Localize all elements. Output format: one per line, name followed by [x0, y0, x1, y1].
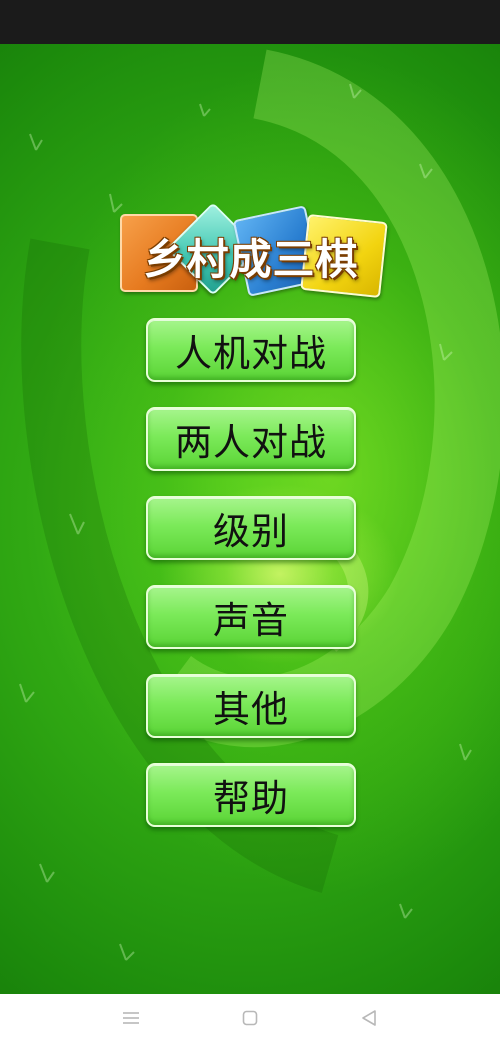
game-title: 乡村成三棋 — [143, 235, 359, 284]
other-button[interactable]: 其他 — [146, 674, 356, 738]
level-label: 级别 — [213, 510, 289, 553]
main-menu: 人机对战 两人对战 级别 声音 其他 帮助 — [146, 318, 356, 852]
status-bar — [0, 0, 500, 44]
two-player-label: 两人对战 — [175, 421, 327, 464]
other-label: 其他 — [213, 688, 289, 731]
game-main-menu: 乡村成三棋 人机对战 两人对战 级别 声音 其他 帮助 — [0, 44, 500, 994]
level-button[interactable]: 级别 — [146, 496, 356, 560]
home-button[interactable] — [235, 1004, 265, 1032]
recent-apps-button[interactable] — [116, 1004, 146, 1032]
help-label: 帮助 — [213, 777, 289, 820]
game-title-logo: 乡村成三棋 — [118, 202, 388, 314]
back-button[interactable] — [354, 1004, 384, 1032]
vs-computer-button[interactable]: 人机对战 — [146, 318, 356, 382]
two-player-button[interactable]: 两人对战 — [146, 407, 356, 471]
sound-label: 声音 — [213, 599, 289, 642]
home-icon — [242, 1010, 258, 1026]
vs-computer-label: 人机对战 — [175, 332, 327, 375]
system-nav-bar — [0, 994, 500, 1042]
back-icon — [362, 1010, 376, 1026]
menu-icon — [123, 1012, 139, 1024]
sound-button[interactable]: 声音 — [146, 585, 356, 649]
help-button[interactable]: 帮助 — [146, 763, 356, 827]
